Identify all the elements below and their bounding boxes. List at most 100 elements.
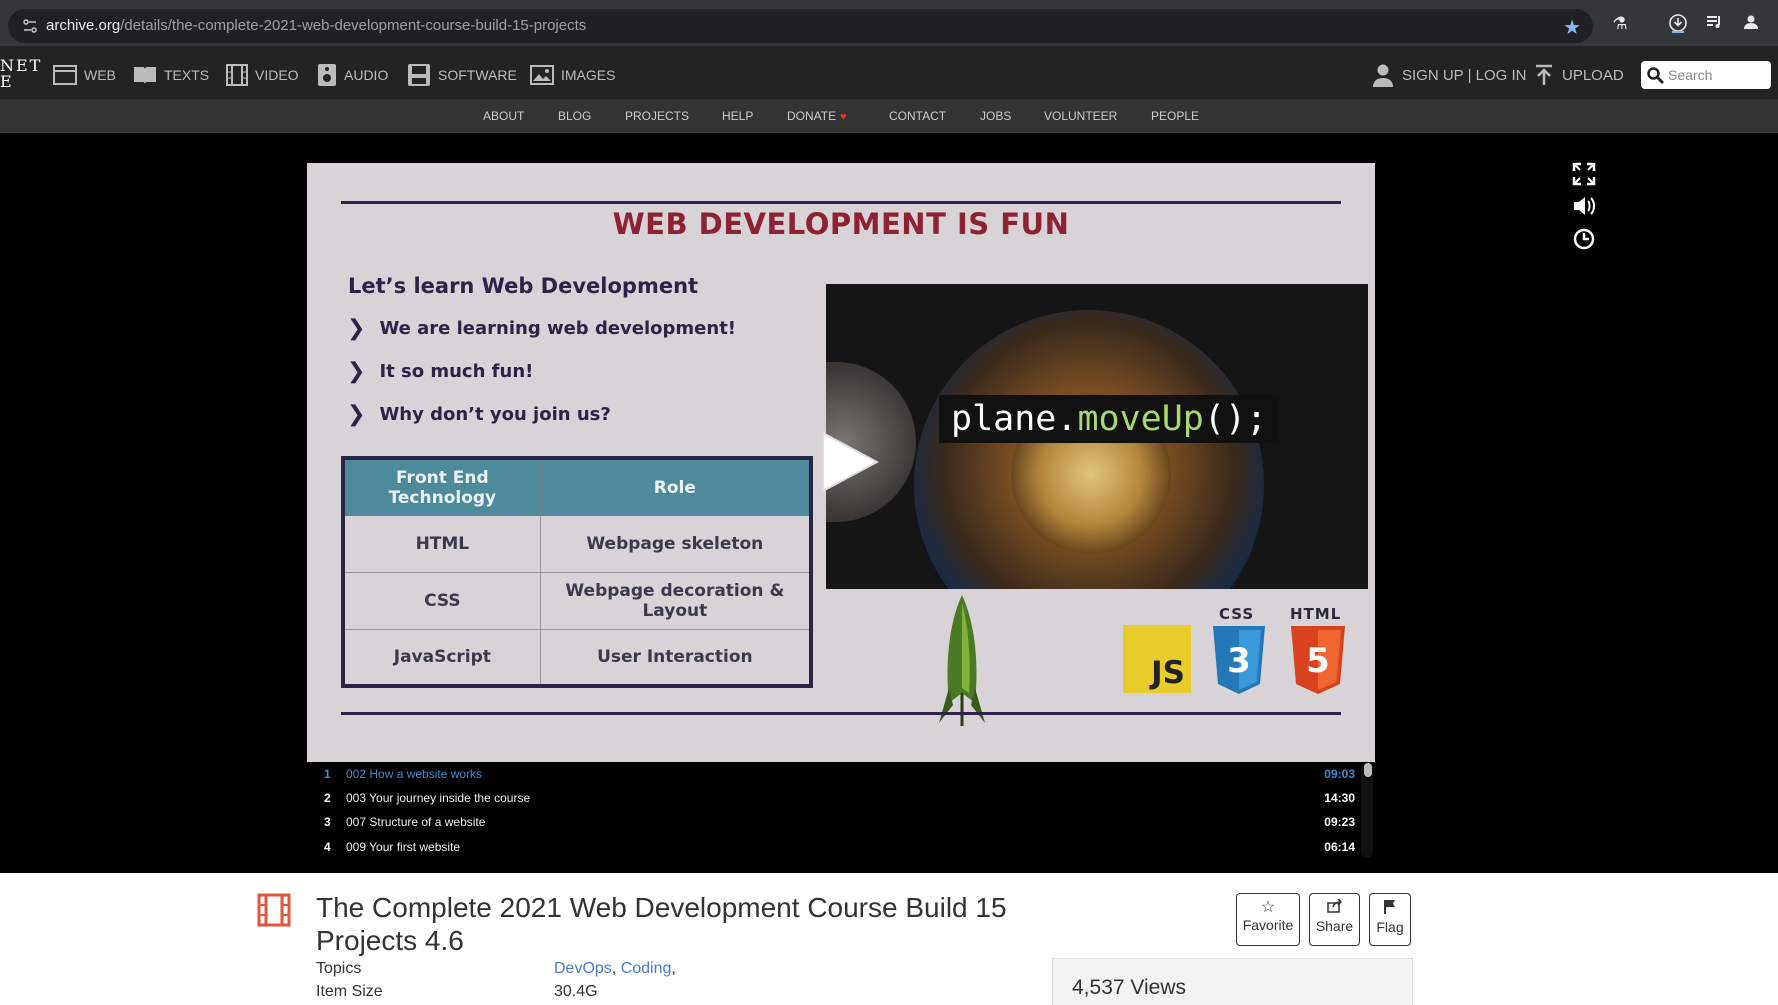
user-icon xyxy=(1373,64,1393,87)
slide-table-row: JavaScript User Interaction xyxy=(342,628,812,687)
js-badge-text: JS xyxy=(1151,655,1185,691)
subnav-about[interactable]: ABOUT xyxy=(483,109,524,123)
nav-video[interactable]: VIDEO xyxy=(226,63,299,87)
texts-icon xyxy=(134,67,156,84)
slide-table-cell: JavaScript xyxy=(342,628,541,687)
logo-text-line2: E xyxy=(0,72,14,91)
slide-bullet: ❯ Why don’t you join us? xyxy=(347,402,611,427)
subnav-help[interactable]: HELP xyxy=(722,109,753,123)
rocket-illustration xyxy=(939,595,985,726)
html-badge-label: HTML xyxy=(1290,605,1342,623)
web-icon xyxy=(53,65,77,85)
url-text[interactable]: archive.org/details/the-complete-2021-we… xyxy=(46,17,586,34)
slide-bullet: ❯ It so much fun! xyxy=(347,359,533,384)
nav-texts[interactable]: TEXTS xyxy=(133,63,209,87)
nav-audio[interactable]: AUDIO xyxy=(317,63,388,87)
code-tail: (); xyxy=(1203,399,1268,439)
item-size-value: 30.4G xyxy=(554,983,598,1000)
upload-button[interactable]: UPLOAD xyxy=(1534,63,1624,87)
subnav-jobs[interactable]: JOBS xyxy=(980,109,1011,123)
css3-digit: 3 xyxy=(1227,641,1251,681)
nav-web[interactable]: WEB xyxy=(53,63,116,87)
video-icon xyxy=(226,64,248,86)
css3-shield-icon: 3 xyxy=(1213,626,1265,694)
flag-icon xyxy=(1370,899,1410,919)
playlist-scrollbar-thumb[interactable] xyxy=(1364,763,1372,777)
browser-toolbar: archive.org/details/the-complete-2021-we… xyxy=(0,0,1778,46)
slide-table-header-cell: Front End Technology xyxy=(342,457,541,517)
flag-button[interactable]: Flag xyxy=(1369,893,1411,946)
playlist-item[interactable]: 3 007 Structure of a website 09:23 xyxy=(307,810,1367,834)
download-icon[interactable] xyxy=(1667,13,1689,35)
search-box[interactable] xyxy=(1641,61,1771,89)
subnav-projects[interactable]: PROJECTS xyxy=(625,109,689,123)
nav-images[interactable]: IMAGES xyxy=(530,63,615,87)
playlist-item[interactable]: 4 009 Your first website 06:14 xyxy=(307,835,1367,859)
video-player[interactable]: WEB DEVELOPMENT IS FUN Let’s learn Web D… xyxy=(307,163,1375,762)
ia-logo-fragment[interactable]: NET E xyxy=(0,58,42,90)
views-panel: 4,537 Views xyxy=(1052,958,1413,1005)
playlist-item-title[interactable]: 007 Structure of a website xyxy=(346,815,485,829)
slide-bottom-rule xyxy=(341,712,1341,715)
subnav-donate[interactable]: DONATE ♥ xyxy=(787,109,847,123)
topic-link[interactable]: DevOps xyxy=(554,960,612,977)
slide-table-header: Front End Technology Role xyxy=(342,457,812,517)
topic-link[interactable]: Coding xyxy=(621,960,672,977)
nav-audio-label: AUDIO xyxy=(344,67,389,83)
subnav-volunteer[interactable]: VOLUNTEER xyxy=(1044,109,1117,123)
slide-table-cell: Webpage skeleton xyxy=(539,515,812,573)
clock-icon[interactable] xyxy=(1572,227,1596,251)
address-bar[interactable]: archive.org/details/the-complete-2021-we… xyxy=(8,9,1593,43)
item-size-label: Item Size xyxy=(316,983,383,1000)
playlist-item-title[interactable]: 003 Your journey inside the course xyxy=(346,791,530,805)
views-count: 4,537 Views xyxy=(1072,976,1187,999)
share-label: Share xyxy=(1315,918,1354,934)
playlist-item-duration: 06:14 xyxy=(1324,840,1355,854)
slide-table-row: HTML Webpage skeleton xyxy=(342,515,812,573)
volume-icon[interactable] xyxy=(1572,194,1596,218)
playlist-item-number: 1 xyxy=(324,767,331,781)
subnav-people[interactable]: PEOPLE xyxy=(1151,109,1199,123)
playlist-item-title[interactable]: 002 How a website works xyxy=(346,767,482,781)
labs-flask-icon[interactable]: ⚗ xyxy=(1609,13,1631,35)
play-icon[interactable] xyxy=(819,431,879,493)
media-controls-icon[interactable] xyxy=(1703,13,1725,35)
subnav-contact[interactable]: CONTACT xyxy=(889,109,946,123)
subnav-donate-label: DONATE xyxy=(787,109,837,123)
images-icon xyxy=(530,65,554,85)
topics-value: DevOps, Coding, xyxy=(554,960,676,978)
html5-digit: 5 xyxy=(1306,641,1330,681)
playlist-item-title[interactable]: 009 Your first website xyxy=(346,840,460,854)
url-host: archive.org xyxy=(46,17,121,34)
software-icon xyxy=(408,64,430,86)
playlist-item[interactable]: 2 003 Your journey inside the course 14:… xyxy=(307,786,1367,810)
chevron-right-icon: ❯ xyxy=(347,316,366,341)
search-icon xyxy=(1647,67,1664,84)
audio-icon xyxy=(318,64,336,86)
nav-software-label: SOFTWARE xyxy=(438,67,517,83)
slide-subtitle: Let’s learn Web Development xyxy=(348,274,699,298)
heart-icon: ♥ xyxy=(840,111,847,123)
code-object: plane. xyxy=(951,399,1078,439)
bookmark-star-icon[interactable]: ★ xyxy=(1563,15,1581,40)
slide-top-rule xyxy=(341,201,1341,204)
signup-login-label: SIGN UP | LOG IN xyxy=(1402,66,1527,84)
signup-login-link[interactable]: SIGN UP | LOG IN xyxy=(1372,63,1526,87)
slide-table-header-cell: Role xyxy=(539,457,812,517)
share-button[interactable]: Share xyxy=(1309,893,1360,946)
playlist-item-number: 3 xyxy=(324,815,331,829)
favorite-button[interactable]: ☆ Favorite xyxy=(1236,893,1300,946)
playlist-item[interactable]: 1 002 How a website works 09:03 xyxy=(307,762,1367,786)
slide-title: WEB DEVELOPMENT IS FUN xyxy=(612,207,1070,241)
star-outline-icon: ☆ xyxy=(1260,899,1276,916)
profile-icon[interactable] xyxy=(1740,13,1762,35)
site-info-icon[interactable] xyxy=(22,18,38,34)
playlist-item-duration: 09:23 xyxy=(1324,815,1355,829)
topics-label: Topics xyxy=(316,960,362,977)
movie-film-icon xyxy=(257,893,291,927)
fullscreen-icon[interactable] xyxy=(1572,162,1596,186)
subnav-blog[interactable]: BLOG xyxy=(558,109,591,123)
slide-bullet-text: We are learning web development! xyxy=(379,318,737,339)
nav-software[interactable]: SOFTWARE xyxy=(407,63,517,87)
search-input[interactable] xyxy=(1668,65,1766,85)
